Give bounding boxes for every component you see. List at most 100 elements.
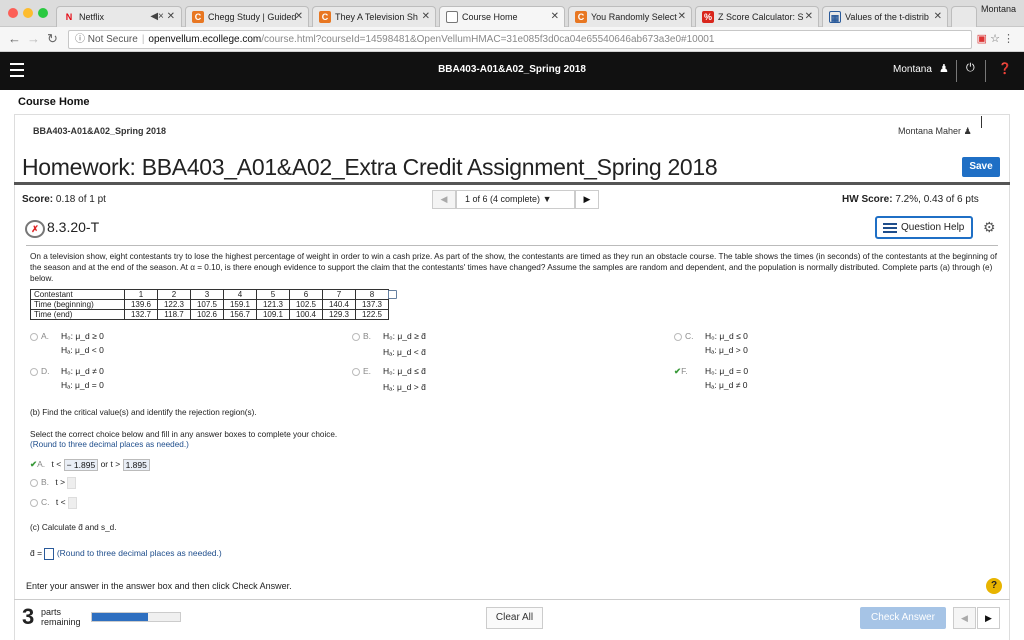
table-cell: Time (end) <box>30 309 125 320</box>
option-letter: C. <box>685 331 694 341</box>
new-tab-button[interactable] <box>951 6 977 27</box>
next-question-button[interactable]: ▶ <box>575 190 599 209</box>
problem-statement: On a television show, eight contestants … <box>30 252 997 283</box>
question-help-button[interactable]: Question Help <box>875 216 973 239</box>
question-select[interactable]: 1 of 6 (4 complete) ▼ <box>456 190 575 209</box>
option-letter: A. <box>41 331 50 341</box>
tab-course-home[interactable]: Course Home ✕ <box>439 6 565 27</box>
tab-audio-close-icon[interactable]: ◀× ✕ <box>150 7 175 27</box>
tab-netflix[interactable]: N Netflix ◀× ✕ <box>56 6 182 27</box>
translate-icon[interactable]: ▣ <box>977 33 987 45</box>
percent-icon: % <box>702 11 714 23</box>
tab-close-icon[interactable]: ✕ <box>551 7 559 27</box>
question-divider <box>26 245 998 246</box>
remaining-word: remaining <box>41 617 81 627</box>
tab-television-show[interactable]: C They A Television Sh ✕ <box>312 6 436 27</box>
option-b-radio[interactable]: B. <box>352 330 375 342</box>
table-cell: 6 <box>289 289 323 300</box>
tab-close-icon[interactable]: ✕ <box>805 7 813 27</box>
text-cursor <box>981 116 982 128</box>
tab-t-distribution[interactable]: ▦ Values of the t-distrib ✕ <box>822 6 948 27</box>
window-user-name[interactable]: Montana <box>981 4 1016 14</box>
chevron-down-icon: ▼ <box>542 194 552 204</box>
tab-z-score[interactable]: % Z Score Calculator: S ✕ <box>695 6 819 27</box>
table-cell: 4 <box>223 289 257 300</box>
help-icon[interactable]: ? <box>986 578 1002 594</box>
reload-icon[interactable]: ↻ <box>47 31 58 47</box>
part-c-prompt: (c) Calculate d̄ and s_d. <box>30 523 117 532</box>
dbar-input[interactable] <box>44 547 55 560</box>
option-c-radio[interactable]: C. <box>674 330 698 342</box>
header-course-title: BBA403-A01&A02_Spring 2018 <box>438 64 586 75</box>
critical-value-lower-input[interactable]: − 1.895 <box>63 458 99 471</box>
tab-close-icon[interactable]: ✕ <box>678 7 686 27</box>
save-button[interactable]: Save <box>962 157 1000 177</box>
student-name: Montana Maher ♟ <box>898 126 972 137</box>
tab-close-icon[interactable]: ✕ <box>295 7 303 27</box>
tab-random-select[interactable]: C You Randomly Select ✕ <box>568 6 692 27</box>
gear-icon[interactable]: ⚙ <box>983 219 996 236</box>
hypothesis-alt: Hₐ: μ_d ≠ 0 <box>705 380 748 390</box>
radio-icon <box>30 332 38 341</box>
table-cell: 7 <box>322 289 356 300</box>
tab-close-icon[interactable]: ✕ <box>422 7 430 27</box>
info-icon[interactable]: ⓘ <box>75 34 85 45</box>
dbar-answer-row: d̄ = (Round to three decimal places as n… <box>30 547 222 560</box>
option-a-radio[interactable]: A. <box>30 330 53 342</box>
option-e-radio[interactable]: E. <box>352 365 375 377</box>
hypothesis-null: H₀: μ_d = 0 <box>705 366 749 376</box>
critical-option-c[interactable]: C. t < <box>30 496 77 509</box>
zoom-window-button[interactable] <box>38 8 48 18</box>
star-icon[interactable]: ☆ <box>990 33 1000 45</box>
critical-value-input[interactable] <box>67 476 77 489</box>
forward-arrow-icon[interactable]: → <box>27 31 40 46</box>
score-value: 0.18 of 1 pt <box>55 194 106 205</box>
copy-data-icon[interactable] <box>388 290 397 299</box>
critical-option-b[interactable]: B. t > <box>30 476 77 489</box>
minimize-window-button[interactable] <box>23 8 33 18</box>
previous-part-button[interactable]: ◀ <box>953 607 976 629</box>
course-name: BBA403-A01&A02_Spring 2018 <box>33 126 167 136</box>
dbar-label: d̄ = <box>30 548 43 558</box>
table-cell: 3 <box>190 289 224 300</box>
option-letter: D. <box>41 366 50 376</box>
hypothesis-null: H₀: μ_d ≥ 0 <box>61 331 104 341</box>
option-letter: C. <box>41 497 50 507</box>
help-icon[interactable]: ❓ <box>998 62 1012 75</box>
tab-chegg-study[interactable]: C Chegg Study | Guided ✕ <box>185 6 309 27</box>
breadcrumb-course-home[interactable]: Course Home <box>18 96 90 108</box>
url-input[interactable]: ⓘ Not Secure | openvellum.ecollege.com/cou… <box>68 30 972 49</box>
table-cell: Time (beginning) <box>30 299 125 310</box>
next-part-button[interactable]: ▶ <box>977 607 1000 629</box>
table-cell: 129.3 <box>322 309 356 320</box>
user-icon[interactable]: ♟ <box>939 62 949 75</box>
table-cell: 102.5 <box>289 299 323 310</box>
critical-value-upper-input[interactable]: 1.895 <box>122 458 150 471</box>
clear-all-button[interactable]: Clear All <box>486 607 543 629</box>
close-window-button[interactable] <box>8 8 18 18</box>
table-cell: 102.6 <box>190 309 224 320</box>
chegg-icon: C <box>575 11 587 23</box>
check-answer-button[interactable]: Check Answer <box>860 607 946 629</box>
back-arrow-icon[interactable]: ← <box>8 31 21 46</box>
parts-progress-bar <box>91 612 181 622</box>
tab-close-icon[interactable]: ✕ <box>934 7 942 27</box>
menu-kebab-icon[interactable]: ⋮ <box>1003 33 1014 45</box>
inequality-label: t < <box>51 459 62 469</box>
critical-value-input[interactable] <box>67 496 77 509</box>
header-divider <box>985 60 986 82</box>
critical-option-a[interactable]: ✔A. t < − 1.895 or t > 1.895 <box>30 458 150 471</box>
option-f-radio[interactable]: ✔F. <box>674 365 692 377</box>
option-d-radio[interactable]: D. <box>30 365 54 377</box>
previous-question-button[interactable]: ◀ <box>432 190 456 209</box>
score-label: Score: <box>22 194 54 205</box>
tab-label: Netflix <box>79 12 105 22</box>
student-name-text: Montana Maher <box>898 126 962 136</box>
power-icon[interactable]: ⏻ <box>966 62 975 75</box>
option-letter: A. <box>37 459 46 469</box>
footer-divider <box>14 599 1010 600</box>
user-icon: ♟ <box>963 126 972 136</box>
table-cell: 2 <box>157 289 191 300</box>
header-divider <box>956 60 957 82</box>
header-user-name[interactable]: Montana <box>893 64 932 75</box>
